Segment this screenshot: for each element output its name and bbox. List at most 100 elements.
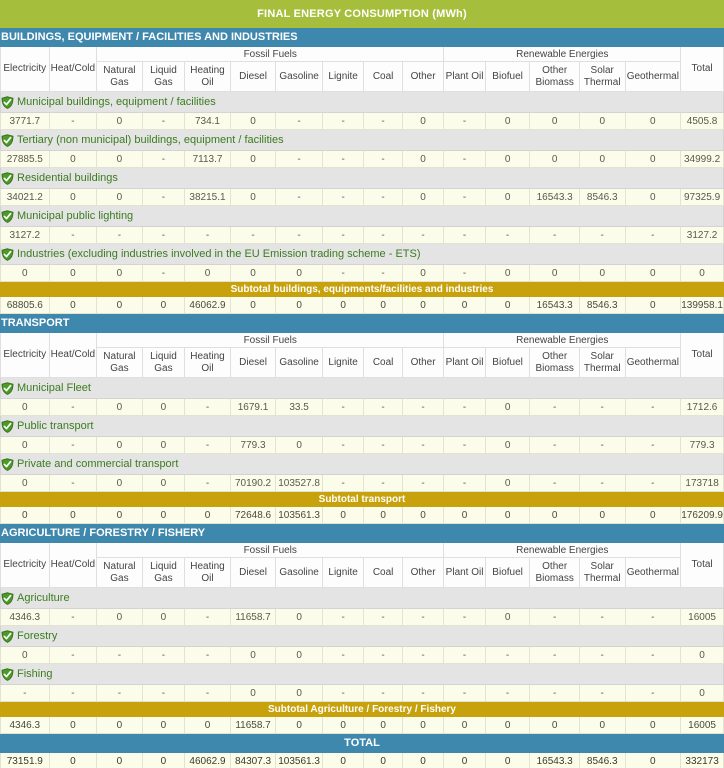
col-header-diesel: Diesel [229,347,277,378]
cell-11: 0 [484,608,531,626]
cell-10: 0 [443,296,486,314]
category-cell[interactable]: Fishing [0,663,724,685]
cell-5: 0 [229,150,277,168]
cell-5: 0 [229,112,277,130]
category-cell[interactable]: Tertiary (non municipal) buildings, equi… [0,129,724,151]
cell-5: 779.3 [229,436,277,454]
cell-4: 7113.7 [184,150,231,168]
cell-5: 0 [229,296,277,314]
table-body: FINAL ENERGY CONSUMPTION (MWh) BUILDINGS,… [0,0,724,768]
category-row[interactable]: Agriculture [0,587,724,609]
cell-9: 0 [401,752,445,768]
cell-12: 16543.3 [529,752,580,768]
category-cell[interactable]: Public transport [0,415,724,437]
category-cell[interactable]: Industries (excluding industries involve… [0,243,724,265]
cell-0: 27885.5 [0,150,50,168]
category-row[interactable]: Municipal public lighting [0,205,724,227]
table-row: 3127.2- - - - - - - - - - - - - -3127.2 [0,226,724,244]
cell-9: 0 [401,112,445,130]
category-cell[interactable]: Agriculture [0,587,724,609]
cell-11: 0 [484,264,531,282]
title-row: FINAL ENERGY CONSUMPTION (MWh) [0,0,724,28]
cell-13: 0 [578,112,626,130]
cell-10: - [443,474,486,492]
subtotal-label-buildings: Subtotal buildings, equipments/facilitie… [0,281,724,297]
category-row[interactable]: Private and commercial transport [0,453,724,475]
category-row[interactable]: Municipal buildings, equipment / facilit… [0,91,724,113]
category-cell[interactable]: Residential buildings [0,167,724,189]
cell-15: 0 [680,646,724,664]
cell-12: 16543.3 [529,296,580,314]
section-header-row: AGRICULTURE / FORESTRY / FISHERY [0,523,724,543]
cell-8: 0 [363,752,403,768]
col-header-other: Other [401,557,445,588]
cell-11: 0 [484,188,531,206]
cell-4: - [184,398,231,416]
col-header-coal: Coal [363,61,403,92]
cell-3: - [141,684,186,702]
category-cell[interactable]: Private and commercial transport [0,453,724,475]
category-cell[interactable]: Municipal Fleet [0,377,724,399]
cell-1: 0 [48,296,98,314]
cell-4: - [184,226,231,244]
category-cell[interactable]: Municipal buildings, equipment / facilit… [0,91,724,113]
category-row[interactable]: Fishing [0,663,724,685]
cell-8: - [363,264,403,282]
cell-3: 0 [141,716,186,734]
cell-4: - [184,474,231,492]
cell-1: 0 [48,752,98,768]
col-header-natural-gas: Natural Gas [96,347,143,378]
cell-2: 0 [96,398,143,416]
section-header-transport: TRANSPORT [0,313,724,333]
shield-check-icon [1,419,14,433]
cell-1: - [48,684,98,702]
col-header-liquid-gas: Liquid Gas [141,557,186,588]
cell-0: 34021.2 [0,188,50,206]
category-cell[interactable]: Forestry [0,625,724,647]
subtotal-header-row: Subtotal buildings, equipments/facilitie… [0,281,724,297]
cell-12: 16543.3 [529,188,580,206]
cell-1: 0 [48,264,98,282]
cell-2: 0 [96,506,143,524]
cell-5: - [229,226,277,244]
cell-8: - [363,608,403,626]
cell-6: 103527.8 [275,474,323,492]
cell-1: - [48,608,98,626]
category-row[interactable]: Industries (excluding industries involve… [0,243,724,265]
cell-14: - [624,646,682,664]
cell-15: 3127.2 [680,226,724,244]
col-header-gasoline: Gasoline [275,61,323,92]
cell-15: 97325.9 [680,188,724,206]
cell-9: 0 [401,264,445,282]
category-row[interactable]: Public transport [0,415,724,437]
cell-2: 0 [96,474,143,492]
cell-15: 139958.1 [680,296,724,314]
cell-3: 0 [141,296,186,314]
cell-14: 0 [624,112,682,130]
cell-4: - [184,684,231,702]
category-cell[interactable]: Municipal public lighting [0,205,724,227]
cell-14: - [624,226,682,244]
cell-4: - [184,646,231,664]
cell-13: - [578,398,626,416]
column-group-header-row: Electricity Heat/Cold Fossil Fuels Renewabl… [0,542,724,588]
category-row[interactable]: Municipal Fleet [0,377,724,399]
page-title: FINAL ENERGY CONSUMPTION (MWh) [0,0,724,28]
cell-12: - [529,684,580,702]
column-header-row: Natural Gas Liquid Gas Heating Oil Diesel Ga… [1,61,724,92]
cell-6: 0 [275,646,323,664]
col-header-heating-oil: Heating Oil [184,557,231,588]
shield-check-icon [1,381,14,395]
cell-0: 0 [0,474,50,492]
cell-3: - [141,150,186,168]
shield-check-icon [1,95,14,109]
col-header-biofuel: Biofuel [484,61,531,92]
category-row[interactable]: Tertiary (non municipal) buildings, equi… [0,129,724,151]
col-header-lignite: Lignite [321,61,365,92]
column-group-header-row: Electricity Heat/Cold Fossil Fuels Renewabl… [0,46,724,92]
cell-11: 0 [484,296,531,314]
category-row[interactable]: Forestry [0,625,724,647]
cell-10: 0 [443,506,486,524]
cell-8: - [363,188,403,206]
category-row[interactable]: Residential buildings [0,167,724,189]
